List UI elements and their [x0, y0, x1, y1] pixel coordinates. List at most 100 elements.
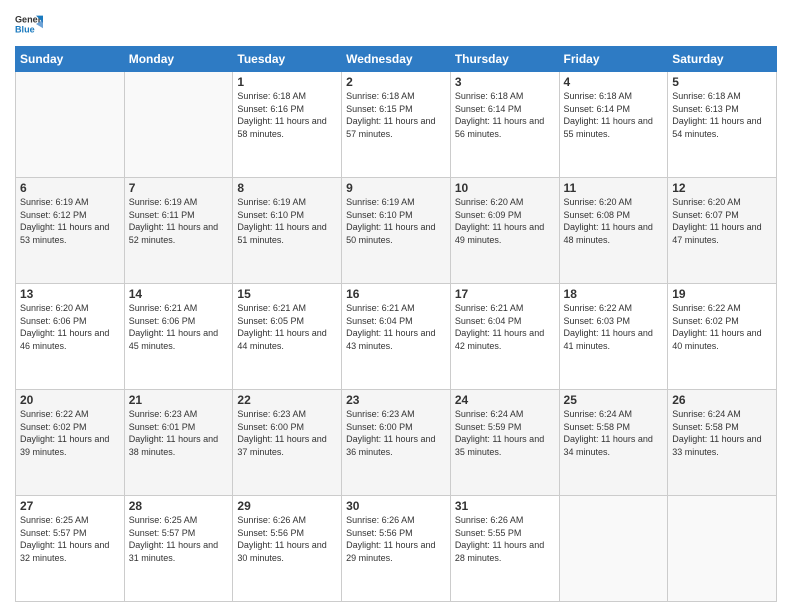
day-info: Sunrise: 6:20 AMSunset: 6:07 PMDaylight:… — [672, 196, 772, 246]
col-header-tuesday: Tuesday — [233, 47, 342, 72]
day-cell — [668, 496, 777, 602]
day-cell: 18Sunrise: 6:22 AMSunset: 6:03 PMDayligh… — [559, 284, 668, 390]
day-number: 1 — [237, 75, 337, 89]
day-info: Sunrise: 6:21 AMSunset: 6:04 PMDaylight:… — [455, 302, 555, 352]
day-info: Sunrise: 6:26 AMSunset: 5:56 PMDaylight:… — [346, 514, 446, 564]
day-info: Sunrise: 6:25 AMSunset: 5:57 PMDaylight:… — [20, 514, 120, 564]
day-cell — [559, 496, 668, 602]
day-info: Sunrise: 6:20 AMSunset: 6:08 PMDaylight:… — [564, 196, 664, 246]
day-cell: 9Sunrise: 6:19 AMSunset: 6:10 PMDaylight… — [342, 178, 451, 284]
day-info: Sunrise: 6:21 AMSunset: 6:05 PMDaylight:… — [237, 302, 337, 352]
day-cell: 12Sunrise: 6:20 AMSunset: 6:07 PMDayligh… — [668, 178, 777, 284]
col-header-saturday: Saturday — [668, 47, 777, 72]
day-number: 28 — [129, 499, 229, 513]
day-info: Sunrise: 6:21 AMSunset: 6:06 PMDaylight:… — [129, 302, 229, 352]
day-number: 5 — [672, 75, 772, 89]
day-cell: 14Sunrise: 6:21 AMSunset: 6:06 PMDayligh… — [124, 284, 233, 390]
day-cell: 7Sunrise: 6:19 AMSunset: 6:11 PMDaylight… — [124, 178, 233, 284]
day-info: Sunrise: 6:23 AMSunset: 6:00 PMDaylight:… — [237, 408, 337, 458]
day-number: 2 — [346, 75, 446, 89]
week-row-3: 13Sunrise: 6:20 AMSunset: 6:06 PMDayligh… — [16, 284, 777, 390]
day-number: 23 — [346, 393, 446, 407]
day-cell: 10Sunrise: 6:20 AMSunset: 6:09 PMDayligh… — [450, 178, 559, 284]
day-info: Sunrise: 6:18 AMSunset: 6:16 PMDaylight:… — [237, 90, 337, 140]
day-info: Sunrise: 6:19 AMSunset: 6:10 PMDaylight:… — [346, 196, 446, 246]
day-number: 3 — [455, 75, 555, 89]
day-cell: 1Sunrise: 6:18 AMSunset: 6:16 PMDaylight… — [233, 72, 342, 178]
day-cell: 22Sunrise: 6:23 AMSunset: 6:00 PMDayligh… — [233, 390, 342, 496]
day-info: Sunrise: 6:19 AMSunset: 6:10 PMDaylight:… — [237, 196, 337, 246]
day-number: 24 — [455, 393, 555, 407]
svg-text:Blue: Blue — [15, 24, 35, 34]
day-info: Sunrise: 6:26 AMSunset: 5:56 PMDaylight:… — [237, 514, 337, 564]
day-info: Sunrise: 6:18 AMSunset: 6:14 PMDaylight:… — [455, 90, 555, 140]
day-number: 31 — [455, 499, 555, 513]
day-cell: 29Sunrise: 6:26 AMSunset: 5:56 PMDayligh… — [233, 496, 342, 602]
week-row-2: 6Sunrise: 6:19 AMSunset: 6:12 PMDaylight… — [16, 178, 777, 284]
day-cell: 25Sunrise: 6:24 AMSunset: 5:58 PMDayligh… — [559, 390, 668, 496]
day-cell: 17Sunrise: 6:21 AMSunset: 6:04 PMDayligh… — [450, 284, 559, 390]
day-number: 30 — [346, 499, 446, 513]
day-cell: 24Sunrise: 6:24 AMSunset: 5:59 PMDayligh… — [450, 390, 559, 496]
week-row-5: 27Sunrise: 6:25 AMSunset: 5:57 PMDayligh… — [16, 496, 777, 602]
week-row-4: 20Sunrise: 6:22 AMSunset: 6:02 PMDayligh… — [16, 390, 777, 496]
day-number: 14 — [129, 287, 229, 301]
day-info: Sunrise: 6:22 AMSunset: 6:03 PMDaylight:… — [564, 302, 664, 352]
day-number: 15 — [237, 287, 337, 301]
day-info: Sunrise: 6:22 AMSunset: 6:02 PMDaylight:… — [20, 408, 120, 458]
week-row-1: 1Sunrise: 6:18 AMSunset: 6:16 PMDaylight… — [16, 72, 777, 178]
day-number: 29 — [237, 499, 337, 513]
day-info: Sunrise: 6:21 AMSunset: 6:04 PMDaylight:… — [346, 302, 446, 352]
day-info: Sunrise: 6:23 AMSunset: 6:01 PMDaylight:… — [129, 408, 229, 458]
day-number: 11 — [564, 181, 664, 195]
logo: General Blue — [15, 10, 47, 38]
day-cell: 8Sunrise: 6:19 AMSunset: 6:10 PMDaylight… — [233, 178, 342, 284]
day-cell: 31Sunrise: 6:26 AMSunset: 5:55 PMDayligh… — [450, 496, 559, 602]
day-number: 18 — [564, 287, 664, 301]
day-cell: 27Sunrise: 6:25 AMSunset: 5:57 PMDayligh… — [16, 496, 125, 602]
day-number: 13 — [20, 287, 120, 301]
col-header-sunday: Sunday — [16, 47, 125, 72]
day-number: 26 — [672, 393, 772, 407]
day-info: Sunrise: 6:24 AMSunset: 5:58 PMDaylight:… — [564, 408, 664, 458]
day-info: Sunrise: 6:20 AMSunset: 6:09 PMDaylight:… — [455, 196, 555, 246]
day-cell: 13Sunrise: 6:20 AMSunset: 6:06 PMDayligh… — [16, 284, 125, 390]
day-info: Sunrise: 6:18 AMSunset: 6:15 PMDaylight:… — [346, 90, 446, 140]
day-cell: 16Sunrise: 6:21 AMSunset: 6:04 PMDayligh… — [342, 284, 451, 390]
day-info: Sunrise: 6:26 AMSunset: 5:55 PMDaylight:… — [455, 514, 555, 564]
day-number: 10 — [455, 181, 555, 195]
day-cell — [124, 72, 233, 178]
day-cell: 23Sunrise: 6:23 AMSunset: 6:00 PMDayligh… — [342, 390, 451, 496]
day-info: Sunrise: 6:20 AMSunset: 6:06 PMDaylight:… — [20, 302, 120, 352]
day-info: Sunrise: 6:19 AMSunset: 6:11 PMDaylight:… — [129, 196, 229, 246]
day-info: Sunrise: 6:22 AMSunset: 6:02 PMDaylight:… — [672, 302, 772, 352]
day-number: 4 — [564, 75, 664, 89]
day-info: Sunrise: 6:23 AMSunset: 6:00 PMDaylight:… — [346, 408, 446, 458]
col-header-monday: Monday — [124, 47, 233, 72]
day-cell: 3Sunrise: 6:18 AMSunset: 6:14 PMDaylight… — [450, 72, 559, 178]
calendar-table: SundayMondayTuesdayWednesdayThursdayFrid… — [15, 46, 777, 602]
day-number: 17 — [455, 287, 555, 301]
day-number: 27 — [20, 499, 120, 513]
day-cell: 20Sunrise: 6:22 AMSunset: 6:02 PMDayligh… — [16, 390, 125, 496]
day-cell: 21Sunrise: 6:23 AMSunset: 6:01 PMDayligh… — [124, 390, 233, 496]
day-number: 8 — [237, 181, 337, 195]
day-number: 22 — [237, 393, 337, 407]
day-cell: 11Sunrise: 6:20 AMSunset: 6:08 PMDayligh… — [559, 178, 668, 284]
day-cell: 28Sunrise: 6:25 AMSunset: 5:57 PMDayligh… — [124, 496, 233, 602]
day-cell: 4Sunrise: 6:18 AMSunset: 6:14 PMDaylight… — [559, 72, 668, 178]
calendar-header-row: SundayMondayTuesdayWednesdayThursdayFrid… — [16, 47, 777, 72]
day-info: Sunrise: 6:24 AMSunset: 5:59 PMDaylight:… — [455, 408, 555, 458]
day-info: Sunrise: 6:19 AMSunset: 6:12 PMDaylight:… — [20, 196, 120, 246]
day-cell — [16, 72, 125, 178]
header: General Blue — [15, 10, 777, 38]
day-number: 6 — [20, 181, 120, 195]
day-cell: 30Sunrise: 6:26 AMSunset: 5:56 PMDayligh… — [342, 496, 451, 602]
day-info: Sunrise: 6:18 AMSunset: 6:14 PMDaylight:… — [564, 90, 664, 140]
day-cell: 2Sunrise: 6:18 AMSunset: 6:15 PMDaylight… — [342, 72, 451, 178]
day-number: 19 — [672, 287, 772, 301]
col-header-wednesday: Wednesday — [342, 47, 451, 72]
day-number: 9 — [346, 181, 446, 195]
day-info: Sunrise: 6:18 AMSunset: 6:13 PMDaylight:… — [672, 90, 772, 140]
day-info: Sunrise: 6:24 AMSunset: 5:58 PMDaylight:… — [672, 408, 772, 458]
